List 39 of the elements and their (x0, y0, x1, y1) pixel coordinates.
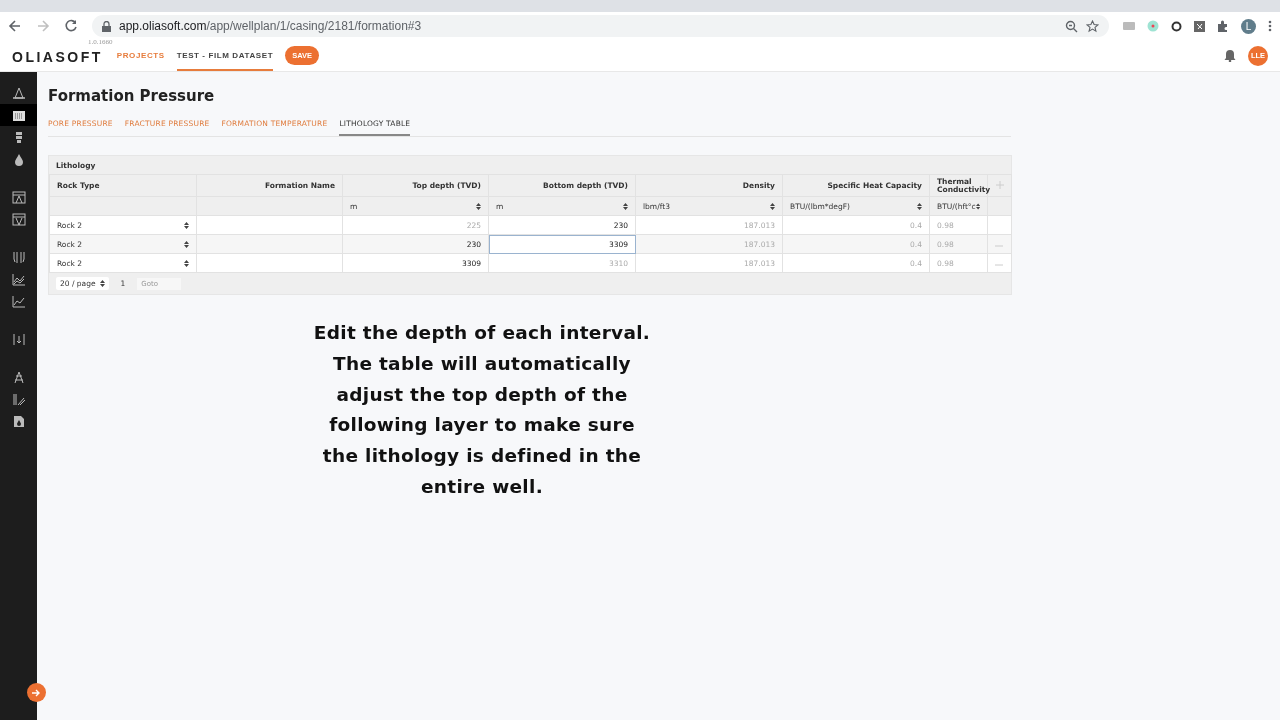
more-icon[interactable] (1268, 20, 1272, 32)
profile-avatar[interactable]: L (1241, 18, 1256, 34)
app-logo[interactable]: OLIASOFT (12, 48, 103, 65)
puzzle-icon[interactable] (1217, 20, 1229, 32)
address-bar[interactable]: app.oliasoft.com/app/wellplan/1/casing/2181/formation#3 (92, 15, 1109, 37)
url-host: app.oliasoft.com (119, 19, 207, 33)
zoom-icon[interactable] (1065, 19, 1078, 33)
sort-arrows-icon (770, 202, 775, 210)
sort-arrows-icon (476, 202, 481, 210)
star-icon[interactable] (1086, 19, 1099, 33)
depth-icon (11, 332, 26, 346)
lock-icon (102, 20, 111, 32)
sort-arrows-icon (99, 280, 105, 287)
line-chart-icon (11, 294, 26, 308)
url-path: /app/wellplan/1/casing/2181/formation#3 (206, 19, 422, 33)
caption-text: Edit the depth of each interval. The table will automatically adjust the top depth of the following layer to make sure the lithology is defined in the entire well. (312, 321, 652, 499)
chart-icon (11, 190, 26, 204)
sort-arrows-icon (184, 259, 189, 267)
extension-icon[interactable] (1171, 20, 1182, 32)
derrick-icon (11, 86, 26, 100)
sort-arrows-icon (975, 202, 980, 210)
grid-icon (11, 108, 26, 122)
back-icon[interactable] (8, 19, 22, 33)
tower-icon (11, 370, 26, 384)
sort-arrows-icon (623, 202, 628, 210)
page-title: Formation Pressure (48, 87, 216, 105)
arrow-icon (32, 688, 41, 697)
pipes-icon (11, 250, 26, 264)
sidebar-item[interactable] (0, 104, 37, 126)
lines-icon (11, 392, 26, 406)
file-icon (11, 414, 26, 428)
reload-icon[interactable] (64, 19, 78, 33)
sort-arrows-icon (184, 240, 189, 248)
chart-icon (11, 212, 26, 226)
sort-arrows-icon (184, 221, 189, 229)
sort-arrows-icon (917, 202, 922, 210)
line-chart-icon (11, 272, 26, 286)
extension-icon[interactable] (1194, 20, 1205, 32)
bell-icon[interactable] (1224, 49, 1236, 62)
